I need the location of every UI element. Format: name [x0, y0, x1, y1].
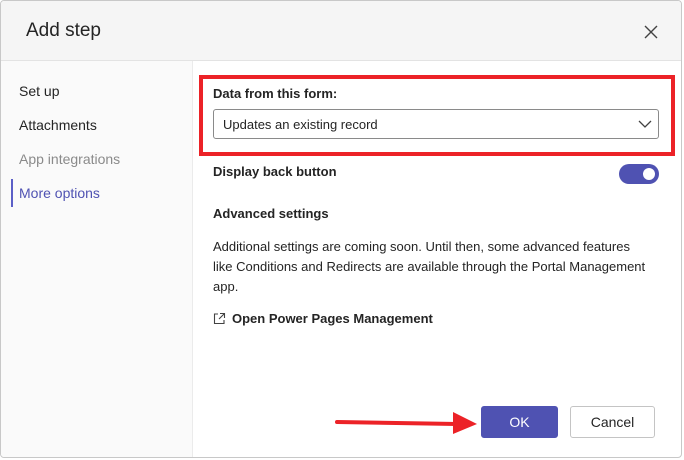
data-from-form-value: Updates an existing record: [223, 117, 378, 132]
add-step-dialog: Add step Set up Attachments App integrat…: [0, 0, 682, 458]
ok-button[interactable]: OK: [481, 406, 558, 438]
active-nav-indicator: [11, 179, 13, 207]
advanced-settings-description: Additional settings are coming soon. Unt…: [213, 239, 646, 294]
dialog-title: Add step: [26, 20, 101, 41]
toggle-knob: [643, 168, 655, 180]
red-arrow-icon: [335, 412, 477, 434]
display-back-button-label: Display back button: [213, 164, 337, 179]
dialog-header: Add step: [1, 1, 681, 61]
data-from-form-select[interactable]: Updates an existing record: [213, 109, 659, 139]
data-from-form-label: Data from this form:: [213, 86, 338, 101]
open-power-pages-management-link[interactable]: Open Power Pages Management: [213, 311, 433, 326]
close-icon[interactable]: [643, 24, 659, 40]
nav-item-app-integrations: App integrations: [19, 151, 121, 167]
advanced-settings-title: Advanced settings: [213, 206, 329, 221]
cancel-button[interactable]: Cancel: [570, 406, 655, 438]
side-navigation: Set up Attachments App integrations More…: [1, 61, 193, 457]
nav-item-attachments[interactable]: Attachments: [19, 117, 97, 133]
nav-item-more-options[interactable]: More options: [19, 185, 100, 201]
nav-item-set-up[interactable]: Set up: [19, 83, 59, 99]
open-external-icon: [213, 312, 226, 325]
link-label: Open Power Pages Management: [232, 311, 433, 326]
display-back-button-toggle[interactable]: [619, 164, 659, 184]
chevron-down-icon: [638, 120, 652, 128]
